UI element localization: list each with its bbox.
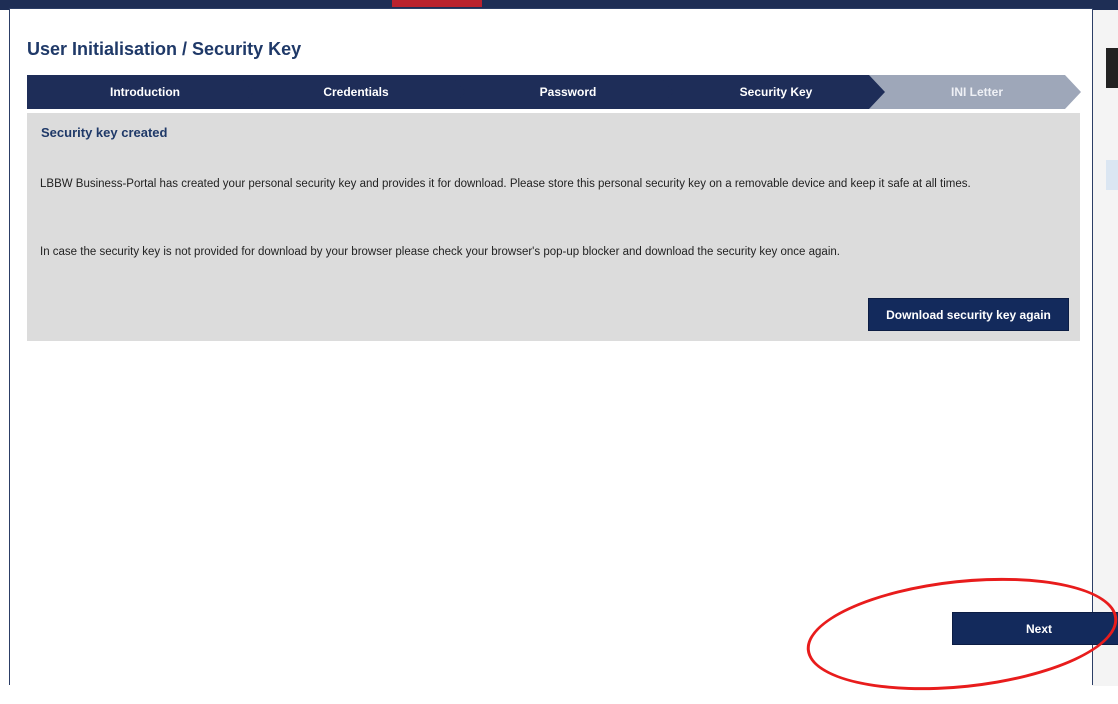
step-password: Password (450, 75, 682, 109)
next-button[interactable]: Next (952, 612, 1118, 645)
step-security-key: Security Key (658, 75, 890, 109)
dialog-title: User Initialisation / Security Key (27, 39, 302, 59)
step-credentials: Credentials (238, 75, 470, 109)
background-window-edge (1092, 10, 1118, 686)
security-key-panel: Security key created LBBW Business-Porta… (27, 113, 1080, 341)
download-security-key-button[interactable]: Download security key again (868, 298, 1069, 331)
security-key-info-text: LBBW Business-Portal has created your pe… (40, 178, 971, 190)
background-red-accent (392, 0, 482, 7)
step-label: Credentials (323, 85, 389, 99)
security-key-dialog: User Initialisation / Security Key Intro… (9, 8, 1118, 685)
background-scrollbar (1106, 48, 1118, 88)
step-label: INI Letter (950, 85, 1003, 99)
progress-steps: Introduction Credentials Password Securi… (27, 75, 1077, 109)
step-ini-letter: INI Letter (869, 75, 1081, 109)
step-label: Security Key (739, 85, 813, 99)
popup-blocker-info-text: In case the security key is not provided… (40, 246, 840, 258)
step-introduction: Introduction (27, 75, 259, 109)
step-label: Password (539, 85, 597, 99)
panel-heading: Security key created (41, 125, 168, 140)
background-panel (1106, 160, 1118, 190)
step-label: Introduction (110, 85, 180, 99)
